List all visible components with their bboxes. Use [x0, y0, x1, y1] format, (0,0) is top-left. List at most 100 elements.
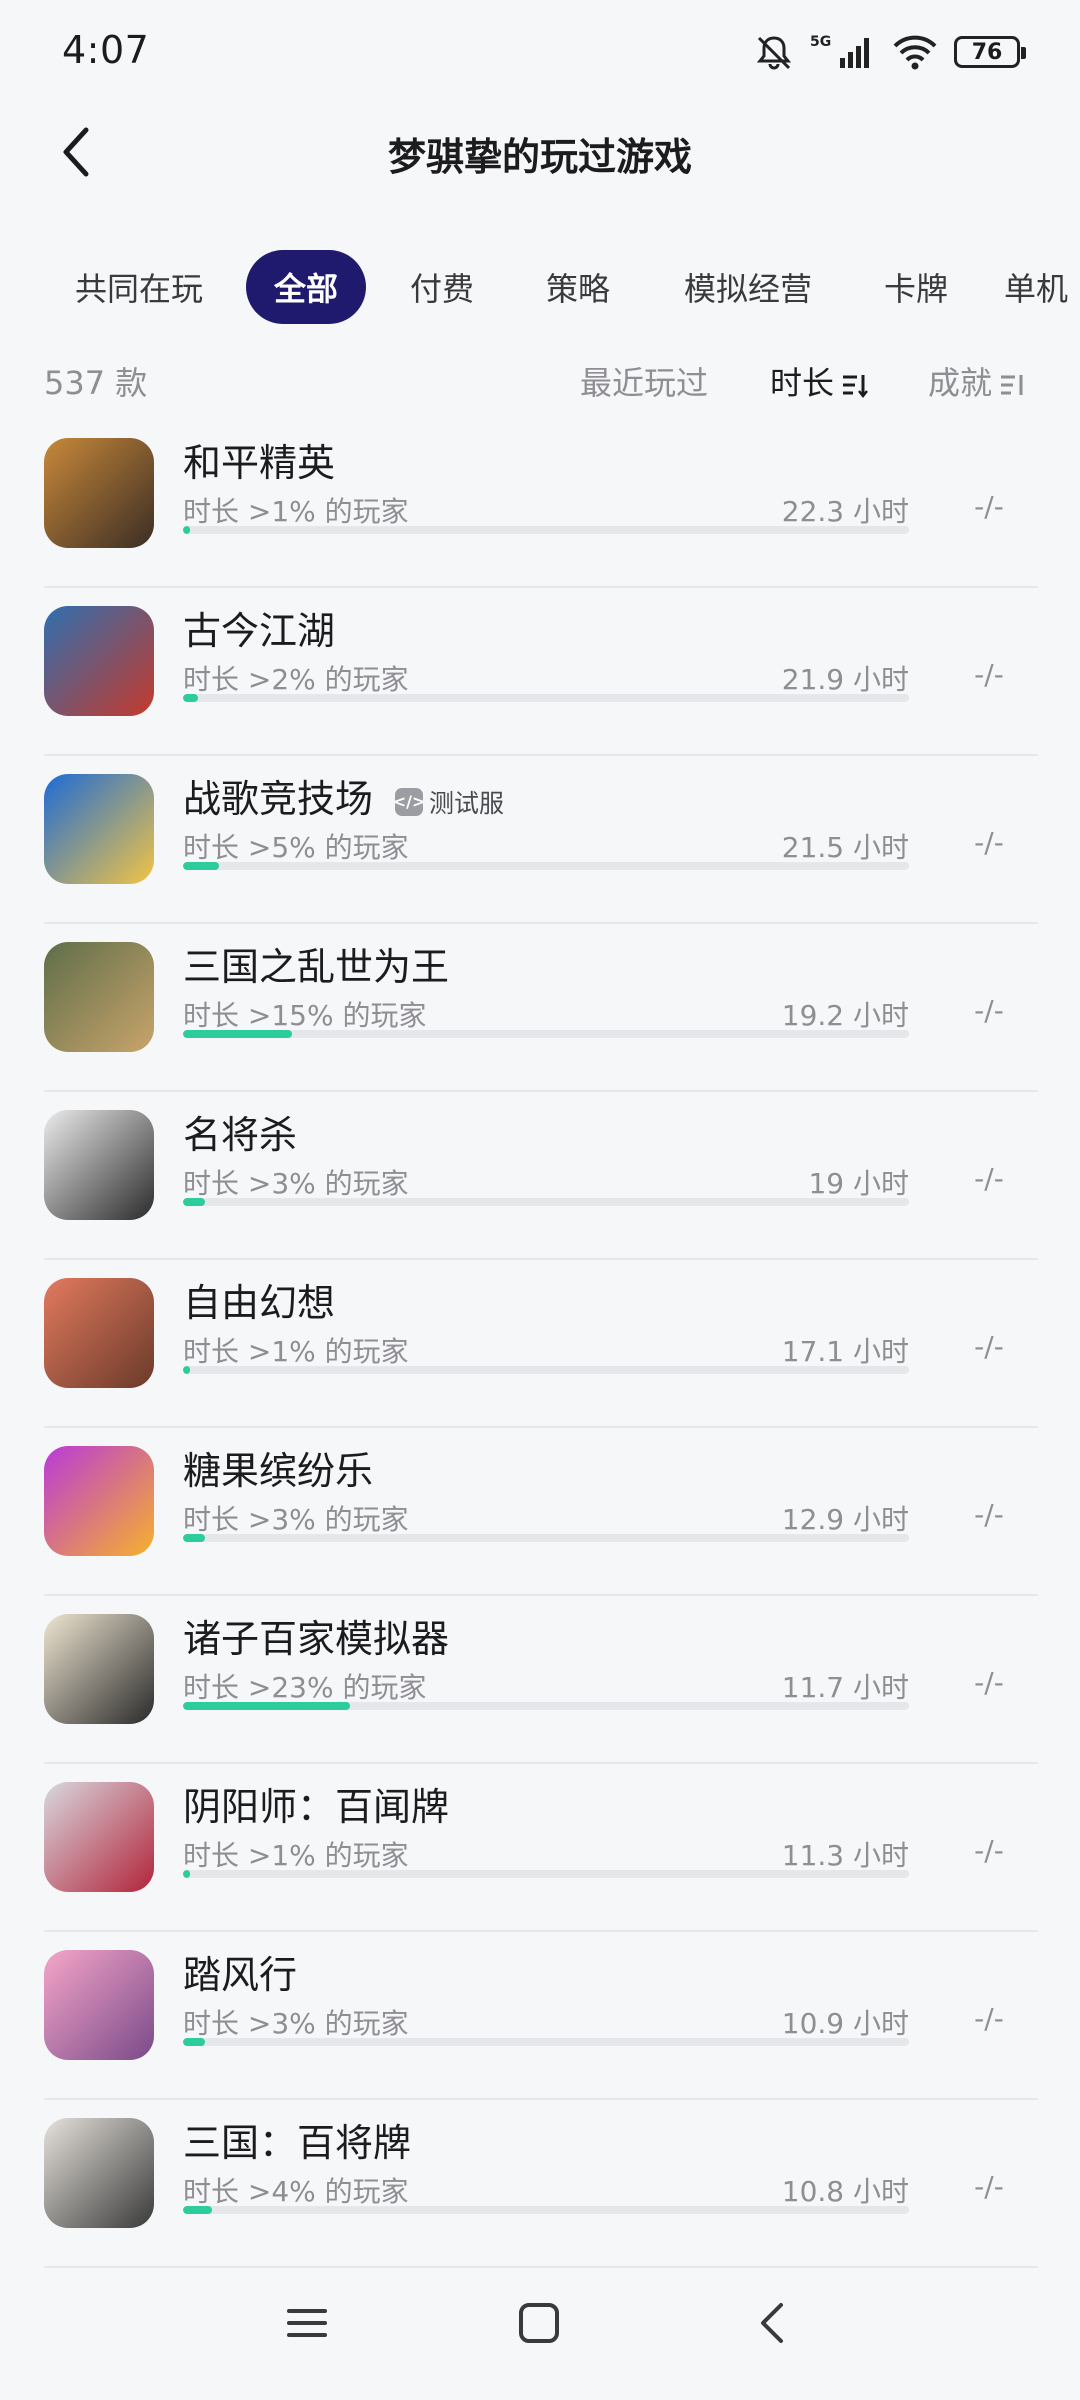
game-hours: 19.2 小时: [781, 999, 909, 1032]
game-count: 537 款: [44, 364, 148, 402]
progress-track: [183, 1702, 909, 1710]
game-row[interactable]: 名将杀 时长 >3% 的玩家 19 小时 -/-: [44, 1092, 1038, 1260]
game-hours: 12.9 小时: [781, 1503, 909, 1536]
game-percentile: 时长 >5% 的玩家: [183, 831, 409, 864]
game-row[interactable]: 古今江湖 时长 >2% 的玩家 21.9 小时 -/-: [44, 588, 1038, 756]
progress-track: [183, 526, 909, 534]
game-title-text: 踏风行: [183, 1953, 298, 1997]
game-icon[interactable]: [44, 1110, 154, 1220]
battery-level: 76: [971, 39, 1003, 65]
home-button[interactable]: [494, 2278, 584, 2368]
game-achievement: -/-: [974, 1498, 1004, 1531]
game-row[interactable]: 踏风行 时长 >3% 的玩家 10.9 小时 -/-: [44, 1932, 1038, 2100]
sort-duration-label: 时长: [770, 364, 835, 402]
game-title-text: 自由幻想: [183, 1281, 336, 1325]
mute-bell-icon: [756, 36, 792, 70]
game-icon[interactable]: [44, 438, 154, 548]
game-row[interactable]: 糖果缤纷乐 时长 >3% 的玩家 12.9 小时 -/-: [44, 1428, 1038, 1596]
tab-all[interactable]: 全部: [246, 250, 366, 324]
progress-fill: [183, 1870, 191, 1878]
sort-desc-icon: [843, 375, 868, 399]
game-icon[interactable]: [44, 1278, 154, 1388]
tag-label: 测试服: [429, 788, 505, 818]
game-percentile: 时长 >3% 的玩家: [183, 1503, 409, 1536]
game-row[interactable]: 三国：百将牌 时长 >4% 的玩家 10.8 小时 -/-: [44, 2100, 1038, 2268]
game-percentile: 时长 >2% 的玩家: [183, 663, 409, 696]
game-row[interactable]: 战歌竞技场 </> 测试服 时长 >5% 的玩家 21.5 小时 -/-: [44, 756, 1038, 924]
game-title: 三国之乱世为王: [183, 936, 449, 991]
game-icon[interactable]: [44, 1446, 154, 1556]
category-tabs: 共同在玩 全部 付费 策略 模拟经营 卡牌 单机: [0, 250, 1080, 324]
game-title: 诸子百家模拟器: [183, 1608, 449, 1663]
game-icon[interactable]: [44, 2118, 154, 2228]
game-row[interactable]: 和平精英 时长 >1% 的玩家 22.3 小时 -/-: [44, 420, 1038, 588]
tab-shared-playing[interactable]: 共同在玩: [44, 250, 234, 324]
game-hours: 11.3 小时: [781, 1839, 909, 1872]
system-nav-bar: [0, 2250, 1080, 2400]
tab-strategy[interactable]: 策略: [528, 250, 628, 324]
progress-fill: [183, 1702, 350, 1710]
game-achievement: -/-: [974, 1834, 1004, 1867]
sort-achievement-label: 成就: [928, 364, 993, 402]
game-icon[interactable]: [44, 1614, 154, 1724]
game-title-text: 三国之乱世为王: [183, 945, 450, 989]
game-hours: 21.5 小时: [781, 831, 909, 864]
progress-track: [183, 694, 909, 702]
game-title-text: 和平精英: [183, 441, 336, 485]
game-hours: 10.9 小时: [781, 2007, 909, 2040]
game-icon[interactable]: [44, 606, 154, 716]
game-achievement: -/-: [974, 658, 1004, 691]
home-square-icon: [519, 2303, 559, 2343]
progress-fill: [183, 694, 198, 702]
game-title: 踏风行: [183, 1944, 297, 1999]
game-hours: 19 小时: [808, 1167, 909, 1200]
game-row[interactable]: 自由幻想 时长 >1% 的玩家 17.1 小时 -/-: [44, 1260, 1038, 1428]
game-title: 阴阳师：百闻牌: [183, 1776, 449, 1831]
game-title: 名将杀: [183, 1104, 297, 1159]
game-row[interactable]: 阴阳师：百闻牌 时长 >1% 的玩家 11.3 小时 -/-: [44, 1764, 1038, 1932]
nav-back-button[interactable]: [728, 2278, 818, 2368]
game-achievement: -/-: [974, 2170, 1004, 2203]
game-title-text: 阴阳师：百闻牌: [183, 1785, 450, 1829]
tab-paid[interactable]: 付费: [392, 250, 492, 324]
sort-achievement[interactable]: 成就: [928, 358, 1026, 404]
game-row[interactable]: 三国之乱世为王 时长 >15% 的玩家 19.2 小时 -/-: [44, 924, 1038, 1092]
game-icon[interactable]: [44, 1950, 154, 2060]
sort-row: 537 款 最近玩过 时长 成就: [0, 350, 1080, 410]
game-title-text: 糖果缤纷乐: [183, 1449, 374, 1493]
progress-fill: [183, 1534, 205, 1542]
game-percentile: 时长 >1% 的玩家: [183, 495, 409, 528]
tab-card[interactable]: 卡牌: [866, 250, 966, 324]
game-title: 糖果缤纷乐: [183, 1440, 373, 1495]
game-achievement: -/-: [974, 2002, 1004, 2035]
game-title-text: 诸子百家模拟器: [183, 1617, 450, 1661]
game-percentile: 时长 >15% 的玩家: [183, 999, 427, 1032]
progress-track: [183, 2206, 909, 2214]
tab-simulation[interactable]: 模拟经营: [664, 250, 832, 324]
game-percentile: 时长 >3% 的玩家: [183, 2007, 409, 2040]
menu-button[interactable]: [262, 2278, 352, 2368]
game-achievement: -/-: [974, 1330, 1004, 1363]
game-icon[interactable]: [44, 1782, 154, 1892]
game-icon[interactable]: [44, 774, 154, 884]
game-title-text: 战歌竞技场: [183, 777, 374, 821]
game-achievement: -/-: [974, 994, 1004, 1027]
page-title: 梦骐挚的玩过游戏: [387, 135, 692, 179]
sort-recent[interactable]: 最近玩过: [580, 358, 708, 404]
game-title: 和平精英: [183, 432, 335, 487]
tab-single[interactable]: 单机: [1004, 250, 1080, 324]
game-percentile: 时长 >23% 的玩家: [183, 1671, 427, 1704]
game-hours: 17.1 小时: [781, 1335, 909, 1368]
game-percentile: 时长 >1% 的玩家: [183, 1335, 409, 1368]
game-icon[interactable]: [44, 942, 154, 1052]
status-icons: 5G 76: [754, 30, 1026, 74]
game-percentile: 时长 >1% 的玩家: [183, 1839, 409, 1872]
sort-duration[interactable]: 时长: [770, 358, 868, 404]
game-row[interactable]: 诸子百家模拟器 时长 >23% 的玩家 11.7 小时 -/-: [44, 1596, 1038, 1764]
code-icon: </>: [393, 787, 425, 816]
test-server-tag: </> 测试服: [393, 784, 505, 820]
game-title: 三国：百将牌: [183, 2112, 411, 2167]
status-bar: 4:07 5G 76: [0, 0, 1080, 100]
game-achievement: -/-: [974, 826, 1004, 859]
battery-indicator: 76: [954, 36, 1026, 68]
